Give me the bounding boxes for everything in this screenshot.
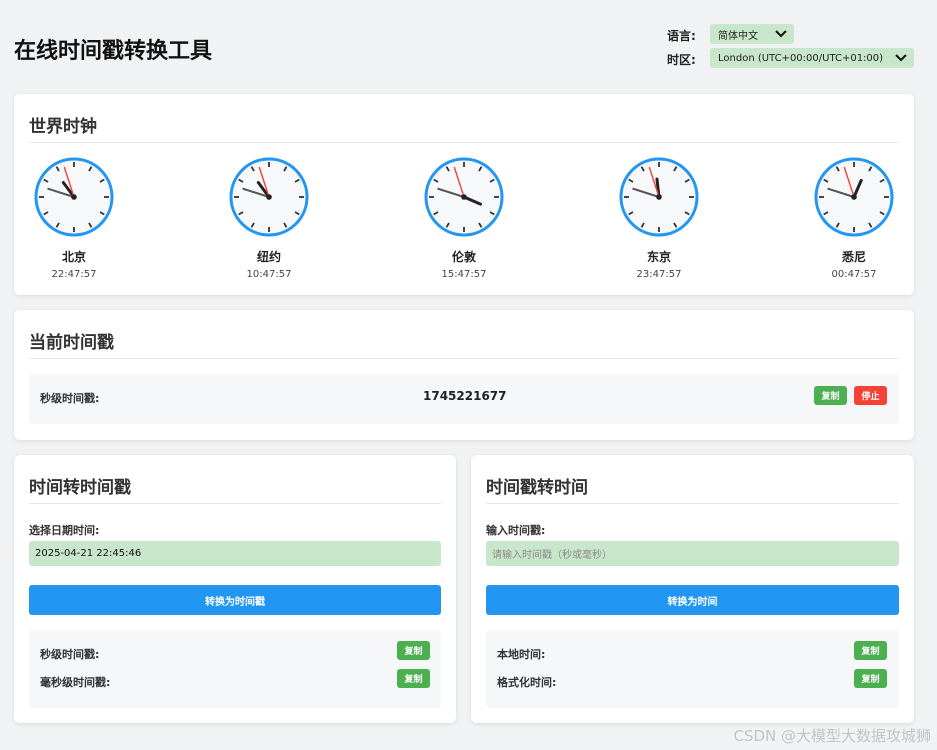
analog-clock: [814, 157, 894, 237]
stop-button[interactable]: 停止: [854, 386, 887, 405]
timezone-select[interactable]: London (UTC+00:00/UTC+01:00): [710, 48, 914, 68]
clock-city: 纽约: [256, 250, 281, 264]
timestamp-input-label: 输入时间戳:: [486, 524, 546, 537]
clock-center: [71, 194, 77, 200]
timestamp-to-time-title: 时间戳转时间: [486, 478, 588, 498]
page-title: 在线时间戳转换工具: [14, 39, 213, 64]
divider: [486, 503, 899, 504]
clock-center: [461, 194, 467, 200]
clock-time: 23:47:57: [636, 269, 682, 280]
clock-time: 22:47:57: [51, 269, 97, 280]
local-time-label: 本地时间:: [497, 648, 546, 661]
current-timestamp-panel: 秒级时间戳: 1745221677 复制 停止: [29, 374, 899, 424]
convert-to-timestamp-button[interactable]: 转换为时间戳: [29, 585, 441, 615]
clock-tokyo: 东京 23:47:57: [614, 156, 704, 280]
language-label: 语言:: [667, 29, 696, 43]
divider: [29, 503, 441, 504]
timestamp-result-panel: 秒级时间戳: 复制 毫秒级时间戳: 复制: [29, 630, 441, 708]
time-result-panel: 本地时间: 复制 格式化时间: 复制: [486, 630, 899, 708]
clock-time: 15:47:57: [441, 269, 487, 280]
timezone-select-value: London (UTC+00:00/UTC+01:00): [718, 52, 884, 64]
timestamp-input[interactable]: 请输入时间戳（秒或毫秒）: [486, 541, 899, 566]
analog-clock: [424, 157, 504, 237]
copy-milliseconds-button[interactable]: 复制: [397, 669, 430, 688]
milliseconds-result-label: 毫秒级时间戳:: [40, 676, 111, 689]
clock-city: 伦敦: [451, 250, 476, 264]
timezone-label: 时区:: [667, 53, 696, 67]
divider: [29, 358, 899, 359]
clock-city: 悉尼: [841, 250, 866, 264]
clock-center: [851, 194, 857, 200]
clock-london: 伦敦 15:47:57: [419, 156, 509, 280]
current-timestamp-value: 1745221677: [423, 389, 507, 403]
current-timestamp-card: 当前时间戳 秒级时间戳: 1745221677 复制 停止: [14, 310, 914, 440]
clock-center: [656, 194, 662, 200]
time-to-timestamp-title: 时间转时间戳: [29, 478, 131, 498]
clock-beijing: 北京 22:47:57: [29, 156, 119, 280]
clock-time: 10:47:57: [246, 269, 292, 280]
clock-city: 东京: [646, 250, 671, 264]
world-clock-title: 世界时钟: [29, 117, 97, 137]
seconds-result-label: 秒级时间戳:: [40, 648, 100, 661]
clock-center: [266, 194, 272, 200]
convert-to-time-button[interactable]: 转换为时间: [486, 585, 899, 615]
timestamp-to-time-card: 时间戳转时间 输入时间戳: 请输入时间戳（秒或毫秒） 转换为时间 本地时间: 复…: [471, 455, 914, 723]
datetime-input[interactable]: 2025-04-21 22:45:46: [29, 541, 441, 566]
copy-seconds-button[interactable]: 复制: [397, 641, 430, 660]
analog-clock: [34, 157, 114, 237]
divider: [29, 142, 899, 143]
formatted-time-label: 格式化时间:: [497, 676, 557, 689]
copy-button[interactable]: 复制: [814, 386, 847, 405]
copy-local-time-button[interactable]: 复制: [854, 641, 887, 660]
clock-new-york: 纽约 10:47:57: [224, 156, 314, 280]
copy-formatted-time-button[interactable]: 复制: [854, 669, 887, 688]
language-select[interactable]: 简体中文: [710, 24, 794, 44]
datetime-input-label: 选择日期时间:: [29, 524, 100, 537]
chevron-down-icon: [775, 30, 787, 38]
world-clock-card: 世界时钟 北京 22:47:57 纽约 10:47:57 伦敦 15:47:57…: [14, 94, 914, 295]
language-select-value: 简体中文: [718, 30, 758, 42]
analog-clock: [619, 157, 699, 237]
current-timestamp-title: 当前时间戳: [29, 333, 114, 353]
seconds-timestamp-label: 秒级时间戳:: [40, 392, 100, 405]
watermark: CSDN @大模型大数据攻城狮: [733, 727, 931, 745]
time-to-timestamp-card: 时间转时间戳 选择日期时间: 2025-04-21 22:45:46 转换为时间…: [14, 455, 456, 723]
analog-clock: [229, 157, 309, 237]
clock-time: 00:47:57: [831, 269, 877, 280]
chevron-down-icon: [895, 54, 907, 62]
clock-sydney: 悉尼 00:47:57: [809, 156, 899, 280]
clock-city: 北京: [61, 250, 86, 264]
